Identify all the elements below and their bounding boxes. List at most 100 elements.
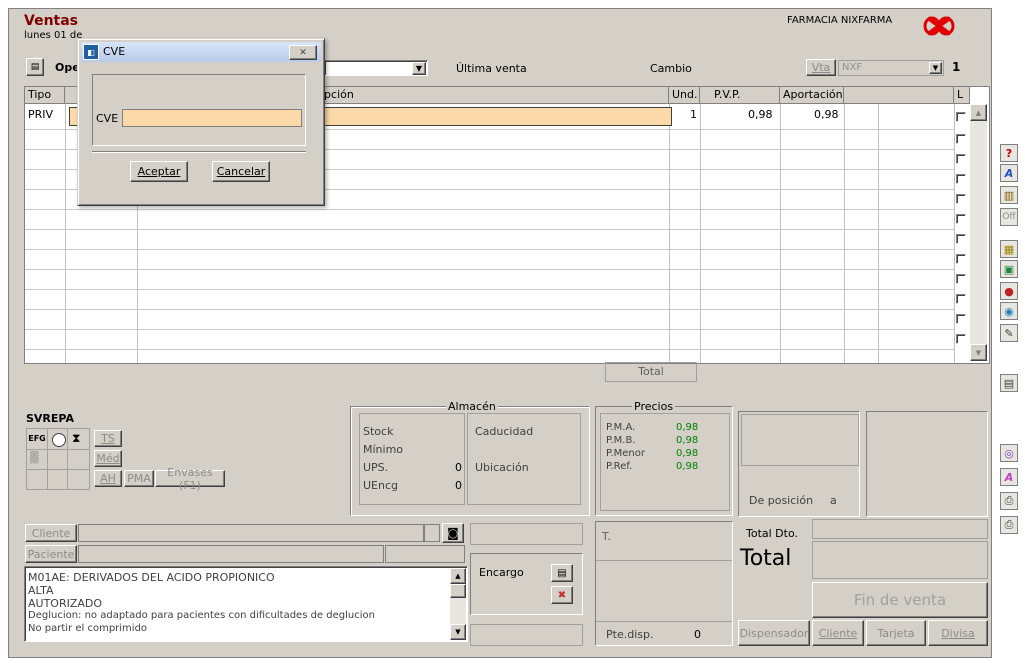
row-checkbox[interactable] (956, 134, 966, 144)
note-line: ALTA (28, 584, 54, 597)
report-icon[interactable]: ▤ (1000, 374, 1018, 392)
note-line: No partir el comprimido (28, 623, 148, 634)
chart-icon[interactable]: ▦ (1000, 240, 1018, 258)
ah-button[interactable]: AH (94, 470, 122, 487)
row-checkbox[interactable] (956, 214, 966, 224)
uencg-label: UEncg (363, 479, 399, 492)
pma-button[interactable]: PMA (124, 470, 154, 487)
cliente-button[interactable]: Cliente (25, 524, 77, 542)
document-icon[interactable]: ▥ (1000, 186, 1018, 204)
row-checkbox[interactable] (956, 314, 966, 324)
window-title: Ventas (24, 13, 79, 29)
camera-icon[interactable]: ◙ (442, 523, 464, 543)
svrepa-panel: EFG ⧗ ▒ (26, 428, 90, 490)
aceptar-button[interactable]: Aceptar (130, 161, 188, 182)
col-header-pvp[interactable]: P.V.P. (700, 87, 780, 104)
table-row[interactable] (25, 210, 955, 230)
vta-counter: 1 (952, 60, 961, 74)
cve-dialog-close-icon[interactable]: ✕ (289, 45, 317, 60)
divisa-button[interactable]: Divisa (928, 620, 988, 646)
tarjeta-button[interactable]: Tarjeta (866, 620, 926, 646)
cancelar-button[interactable]: Cancelar (212, 161, 270, 182)
row-checkbox[interactable] (956, 334, 966, 344)
scroll-down-icon[interactable]: ▼ (970, 344, 987, 361)
operation-dropdown-chevron-icon[interactable]: ▼ (412, 62, 426, 75)
row-checkbox[interactable] (956, 234, 966, 244)
cve-dialog-titlebar[interactable]: ◧ CVE ✕ (81, 42, 321, 62)
ts-button[interactable]: TS (94, 430, 122, 447)
vta-button[interactable]: Vta (806, 59, 836, 76)
t-inner (596, 560, 732, 622)
edit-icon[interactable]: ✎ (1000, 324, 1018, 342)
cliente-field[interactable] (78, 524, 424, 542)
table-row[interactable] (25, 290, 955, 310)
font-a2-icon[interactable]: A (1000, 468, 1018, 486)
note-line: M01AE: DERIVADOS DEL ACIDO PROPIONICO (28, 571, 275, 584)
font-a-icon[interactable]: A (1000, 164, 1018, 182)
cve-input[interactable] (122, 109, 302, 127)
col-header-extra[interactable] (844, 87, 954, 104)
paciente-button[interactable]: Paciente (25, 545, 77, 563)
dispensador-button[interactable]: Dispensador (738, 620, 810, 646)
hourglass-icon[interactable]: ⧗ (72, 431, 80, 446)
help-icon[interactable]: ? (1000, 144, 1018, 162)
pmb-value: 0,98 (676, 435, 699, 446)
grid-scrollbar[interactable]: ▲ ▼ (970, 104, 987, 361)
paciente-field-2[interactable] (385, 545, 465, 563)
notes-scroll-thumb[interactable] (450, 584, 466, 598)
cliente-bottom-button[interactable]: Cliente (812, 620, 864, 646)
notes-scrollbar[interactable]: ▲ ▼ (450, 568, 466, 640)
envases-button[interactable]: Envases (F1) (155, 466, 225, 492)
record-icon[interactable]: ● (1000, 282, 1018, 300)
table-row[interactable] (25, 330, 955, 350)
disc-icon[interactable]: ◎ (1000, 444, 1018, 462)
circle-icon[interactable] (52, 433, 66, 447)
info-panel-a-inner (741, 414, 859, 466)
col-header-tipo[interactable]: Tipo (25, 87, 65, 104)
notes-box[interactable]: M01AE: DERIVADOS DEL ACIDO PROPIONICO AL… (24, 566, 468, 642)
cve-dialog: ◧ CVE ✕ CVE Aceptar Cancelar (77, 38, 325, 206)
total-cell: Total (605, 362, 697, 382)
image-icon[interactable]: ▣ (1000, 260, 1018, 278)
cliente-field-2[interactable] (424, 524, 440, 542)
total-dto-field (812, 519, 988, 539)
table-row[interactable] (25, 270, 955, 290)
cve-field-label: CVE (96, 112, 119, 125)
print-icon[interactable]: ⎙ (1000, 492, 1018, 510)
row-checkbox[interactable] (956, 254, 966, 264)
row-checkbox[interactable] (956, 274, 966, 284)
col-header-und[interactable]: Und. (669, 87, 700, 104)
scroll-up-icon[interactable]: ▲ (970, 104, 987, 121)
row-checkbox[interactable] (956, 174, 966, 184)
pmb-label: P.M.B. (606, 435, 636, 446)
vta-chevron-down-icon[interactable]: ▼ (929, 62, 942, 74)
cliente-extra-field[interactable] (470, 523, 583, 545)
brand-logo-icon (922, 12, 956, 40)
table-row[interactable] (25, 250, 955, 270)
globe-icon[interactable]: ◉ (1000, 302, 1018, 320)
row-aportacion: 0,98 (814, 108, 839, 121)
row-checkbox[interactable] (956, 112, 966, 122)
encargo-label: Encargo (479, 566, 524, 579)
med-button[interactable]: Méd (94, 450, 122, 467)
encargo-order-icon[interactable]: ▤ (551, 564, 573, 582)
col-header-aportacion[interactable]: Aportación (780, 87, 844, 104)
vta-select[interactable]: NXF ▼ (838, 60, 944, 76)
table-row[interactable] (25, 310, 955, 330)
table-row[interactable] (25, 230, 955, 250)
row-checkbox[interactable] (956, 294, 966, 304)
paciente-field[interactable] (78, 545, 384, 563)
notes-scroll-up-icon[interactable]: ▲ (450, 568, 466, 584)
row-checkbox[interactable] (956, 194, 966, 204)
total-big-label: Total (740, 546, 792, 571)
operation-icon-button[interactable]: ▤ (26, 58, 44, 76)
col-header-l[interactable]: L (954, 87, 970, 104)
print2-icon[interactable]: ⎙ (1000, 516, 1018, 534)
encargo-cancel-icon[interactable]: ✖ (551, 586, 573, 604)
row-checkbox[interactable] (956, 154, 966, 164)
off-icon[interactable]: Off (1000, 208, 1018, 226)
fin-de-venta-button[interactable]: Fin de venta (812, 582, 988, 618)
pma-value: 0,98 (676, 422, 699, 433)
notes-scroll-down-icon[interactable]: ▼ (450, 624, 466, 640)
encargo-bottom-field[interactable] (470, 624, 583, 646)
